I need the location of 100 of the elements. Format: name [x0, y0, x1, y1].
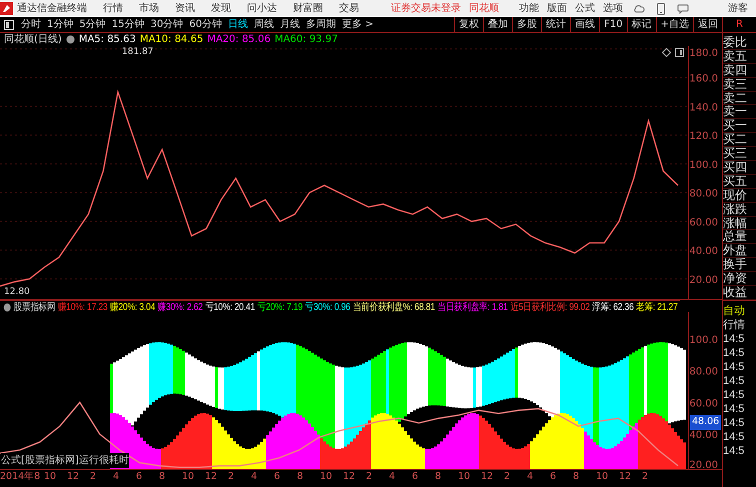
quote-label: 卖四	[723, 64, 756, 78]
axis-label: 140.0	[689, 102, 718, 114]
chat-icon[interactable]	[677, 4, 689, 14]
toolbar-badge[interactable]: R	[722, 17, 756, 32]
panel-toggle-icon[interactable]	[4, 20, 14, 30]
toolbar-button[interactable]: 画线	[570, 17, 600, 32]
quote-label: 涨跌	[723, 202, 756, 217]
time-label: 14:5	[723, 430, 746, 444]
toolbar-button[interactable]: 复权	[454, 17, 484, 32]
axis-label: 12	[481, 470, 494, 484]
axis-label: 8	[159, 470, 166, 484]
period-tab[interactable]: 月线	[276, 17, 303, 32]
toolbar-button[interactable]: 标记	[626, 17, 656, 32]
user-name[interactable]: 游客	[728, 1, 748, 16]
time-label: 14:5	[723, 444, 746, 458]
quote-label: 涨幅	[723, 216, 756, 230]
menu-item[interactable]: 资讯	[175, 1, 195, 16]
diamond-icon[interactable]	[662, 48, 671, 57]
indicator-value: 当前价获利盘%: 68.81	[352, 301, 435, 312]
toolbar-button[interactable]: 叠加	[483, 17, 512, 32]
quote-label: 委比	[723, 36, 756, 50]
time-label: 14:5	[723, 388, 746, 402]
login-status: 证券交易未登录	[391, 2, 461, 16]
indicator-value: 浮筹: 62.36	[592, 301, 634, 312]
menu-item[interactable]: 财富圈	[293, 1, 323, 16]
quote-label: 买一	[723, 119, 756, 134]
menu-item[interactable]: 市场	[139, 1, 159, 16]
axis-label: 160.0	[689, 74, 718, 85]
axis-label: 10	[182, 470, 196, 484]
menu-item[interactable]: 交易	[339, 1, 359, 16]
period-tab[interactable]: 日线	[224, 17, 251, 32]
indicator-value: 赚10%: 17.23	[58, 301, 108, 312]
time-label: 14:5	[723, 360, 746, 374]
period-tab[interactable]: 5分钟	[76, 17, 109, 32]
axis-label: 180.0	[689, 48, 718, 59]
period-tab[interactable]: 30分钟	[147, 17, 186, 32]
period-tab[interactable]: 更多 >	[338, 17, 377, 32]
panel-title: 行情	[723, 318, 746, 332]
axis-label: 2	[228, 470, 236, 484]
indicator-value: 亏10%: 20.41	[205, 301, 255, 312]
time-label: 14:5	[723, 332, 746, 346]
panel-icon[interactable]	[675, 48, 684, 57]
toolbar-button[interactable]: 返回	[693, 17, 722, 32]
axis-label: 80.00	[689, 366, 718, 378]
axis-label: 20.00	[689, 274, 718, 286]
current-value-tag: 48.06	[690, 415, 722, 430]
mode-label[interactable]: 自动	[723, 304, 756, 318]
broker-link[interactable]: 同花顺	[469, 1, 499, 16]
axis-label: 100.0	[689, 334, 718, 346]
toolbar-button[interactable]: +自选	[656, 17, 693, 32]
axis-label: 10	[458, 470, 472, 484]
axis-label: 10	[596, 470, 610, 484]
cloud-icon[interactable]	[633, 4, 645, 14]
phone-icon[interactable]	[657, 2, 665, 14]
logo-icon	[0, 2, 13, 15]
axis-label: 2	[642, 470, 650, 484]
axis-label: 6	[412, 470, 420, 484]
toolbar-button[interactable]: 多股	[512, 17, 542, 32]
menu-item[interactable]: 行情	[103, 1, 123, 16]
formula-note: 公式[股票指标网]运行很耗时	[1, 453, 129, 468]
indicator-value: 近5日获利比例: 99.02	[510, 301, 590, 312]
axis-label: 12	[205, 470, 218, 484]
axis-label: 8	[297, 470, 304, 484]
axis-label: 6	[136, 470, 144, 484]
time-label: 14:5	[723, 416, 746, 430]
quote-label: 买五	[723, 174, 756, 189]
period-tab[interactable]: 分时	[18, 17, 44, 32]
menu-item[interactable]: 问小达	[247, 1, 277, 16]
toolbar-button[interactable]: F10	[599, 17, 627, 32]
axis-label: 2	[504, 470, 512, 484]
menu-item[interactable]: 公式	[575, 1, 595, 16]
period-tab[interactable]: 15分钟	[108, 17, 148, 32]
menu-item[interactable]: 选项	[603, 1, 623, 16]
axis-label: 20.00	[689, 460, 718, 469]
menu-item[interactable]: 版面	[547, 1, 567, 16]
period-tab[interactable]: 60分钟	[186, 17, 225, 32]
axis-label: 12	[619, 470, 632, 484]
menu-item[interactable]: 发现	[211, 1, 231, 16]
menu-item[interactable]: 功能	[519, 1, 539, 16]
quote-label: 净资	[723, 272, 756, 286]
period-tab[interactable]: 周线	[250, 17, 277, 32]
quote-label: 买二	[723, 133, 756, 148]
indicator-title: 股票指标网	[14, 301, 56, 312]
axis-label: 10	[44, 470, 58, 484]
indicator-value: 赚20%: 3.04	[110, 301, 156, 312]
axis-label: 2014年8	[0, 470, 42, 484]
ma-value: MA20: 85.06	[207, 33, 271, 46]
quote-label: 现价	[723, 188, 756, 203]
period-tab[interactable]: 1分钟	[44, 17, 76, 32]
time-label: 14:5	[723, 374, 746, 388]
quote-label: 卖一	[723, 105, 756, 120]
axis-label: 12	[343, 470, 356, 484]
axis-label: 100.0	[689, 160, 718, 171]
axis-label: 60.00	[689, 217, 718, 228]
indicator-value: 老筹: 21.27	[636, 301, 678, 312]
axis-label: 60.00	[689, 398, 718, 410]
price-label: 12.80	[4, 286, 30, 299]
period-tab[interactable]: 多周期	[302, 17, 339, 32]
toolbar-button[interactable]: 统计	[541, 17, 570, 32]
app-title: 通达信金融终端	[17, 2, 87, 16]
